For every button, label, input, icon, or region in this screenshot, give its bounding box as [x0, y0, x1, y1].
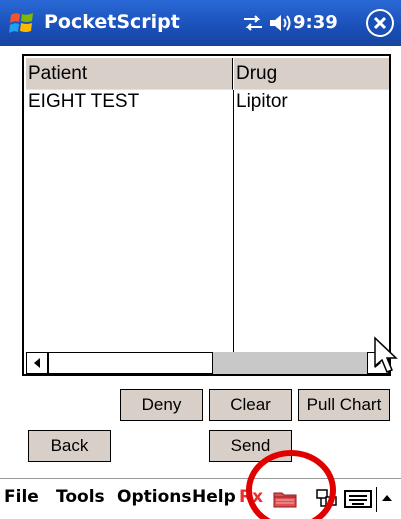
- sip-arrow-icon[interactable]: [380, 491, 394, 505]
- prescription-list[interactable]: Patient Drug EIGHT TEST Lipitor: [22, 54, 391, 376]
- sip-divider: [376, 487, 377, 512]
- column-divider: [233, 90, 234, 352]
- scroll-thumb[interactable]: [48, 352, 213, 374]
- clear-button[interactable]: Clear: [209, 389, 292, 421]
- scroll-left-button[interactable]: [26, 352, 48, 374]
- menu-bar: File Tools Options Help Rx: [0, 478, 401, 519]
- pull-chart-button[interactable]: Pull Chart: [298, 389, 390, 421]
- mouse-cursor-icon: [374, 336, 398, 373]
- menu-help[interactable]: Help: [192, 487, 236, 507]
- windows-logo-icon[interactable]: [8, 9, 36, 37]
- menu-options[interactable]: Options: [117, 487, 191, 507]
- menu-tools[interactable]: Tools: [56, 487, 105, 507]
- sync-icon[interactable]: [242, 14, 264, 32]
- speaker-icon[interactable]: [268, 12, 292, 34]
- title-bar: PocketScript 9:39: [0, 0, 401, 46]
- keyboard-icon[interactable]: [343, 488, 373, 510]
- column-header-drug[interactable]: Drug: [234, 58, 389, 90]
- close-button[interactable]: [366, 9, 394, 37]
- row-drug-cell[interactable]: Lipitor: [236, 91, 288, 113]
- clock[interactable]: 9:39: [293, 12, 338, 33]
- column-header-patient[interactable]: Patient: [26, 58, 233, 90]
- row-patient-cell[interactable]: EIGHT TEST: [28, 91, 139, 113]
- deny-button[interactable]: Deny: [120, 389, 203, 421]
- back-button[interactable]: Back: [28, 430, 111, 462]
- menu-file[interactable]: File: [4, 487, 39, 507]
- highlight-annotation: [246, 450, 336, 519]
- horizontal-scrollbar[interactable]: [26, 352, 389, 374]
- close-icon: [368, 11, 392, 35]
- app-title: PocketScript: [44, 11, 180, 33]
- arrow-left-icon: [34, 358, 40, 368]
